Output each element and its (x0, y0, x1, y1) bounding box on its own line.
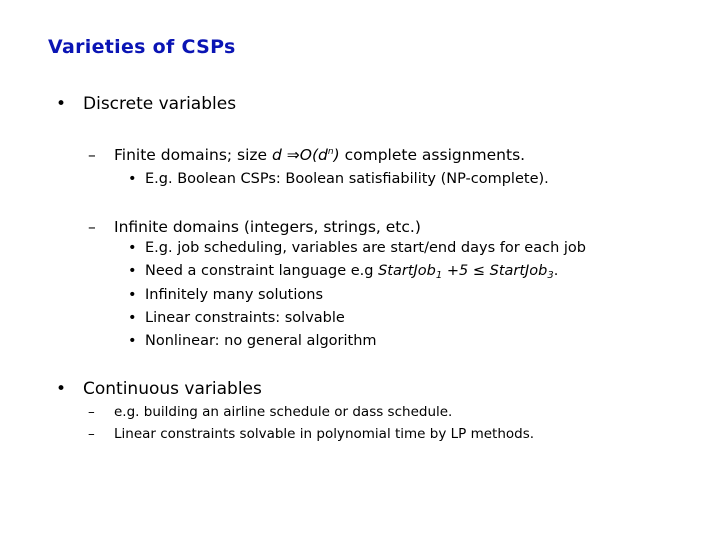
text: Need a constraint language e.g (145, 263, 379, 279)
subitem-text: Need a constraint language e.g StartJob1… (145, 263, 558, 281)
subitem-text: E.g. job scheduling, variables are start… (145, 240, 586, 256)
slide-title: Varieties of CSPs (48, 36, 236, 58)
subitem-text: Nonlinear: no general algorithm (145, 333, 377, 349)
label-suffix: complete assignments. (339, 146, 526, 164)
subitem-text: Linear constraints: solvable (145, 310, 345, 326)
section-label: Discrete variables (83, 94, 237, 114)
bullet-icon: • (56, 379, 67, 399)
dash-icon: – (88, 146, 96, 164)
item-label: Infinite domains (integers, strings, etc… (114, 218, 421, 236)
bullet-icon: • (56, 94, 67, 114)
label-var: d (272, 146, 282, 164)
section-label: Continuous variables (83, 379, 262, 399)
big-o: O(d (299, 146, 328, 164)
bullet-icon: • (128, 171, 137, 187)
dash-icon: – (88, 426, 95, 442)
var: StartJob (378, 263, 436, 279)
subitem-text: E.g. Boolean CSPs: Boolean satisfiabilit… (145, 171, 549, 187)
dash-icon: – (88, 404, 95, 420)
bullet-icon: • (128, 333, 137, 349)
label-text: Finite domains; size (114, 146, 273, 164)
text: . (553, 263, 559, 279)
bullet-icon: • (128, 240, 137, 256)
item-text: Linear constraints solvable in polynomia… (114, 426, 535, 442)
subitem-text: Infinitely many solutions (145, 287, 324, 303)
item-text: e.g. building an airline schedule or das… (114, 404, 453, 420)
bullet-icon: • (128, 310, 137, 326)
text: +5 ≤ (442, 263, 490, 279)
dash-icon: – (88, 218, 96, 236)
bullet-icon: • (128, 263, 137, 279)
bullet-icon: • (128, 287, 137, 303)
var: StartJob (489, 263, 548, 279)
item-label: Finite domains; size d ⇒O(dn) complete a… (114, 146, 525, 164)
implies-symbol: ⇒ (281, 146, 300, 164)
